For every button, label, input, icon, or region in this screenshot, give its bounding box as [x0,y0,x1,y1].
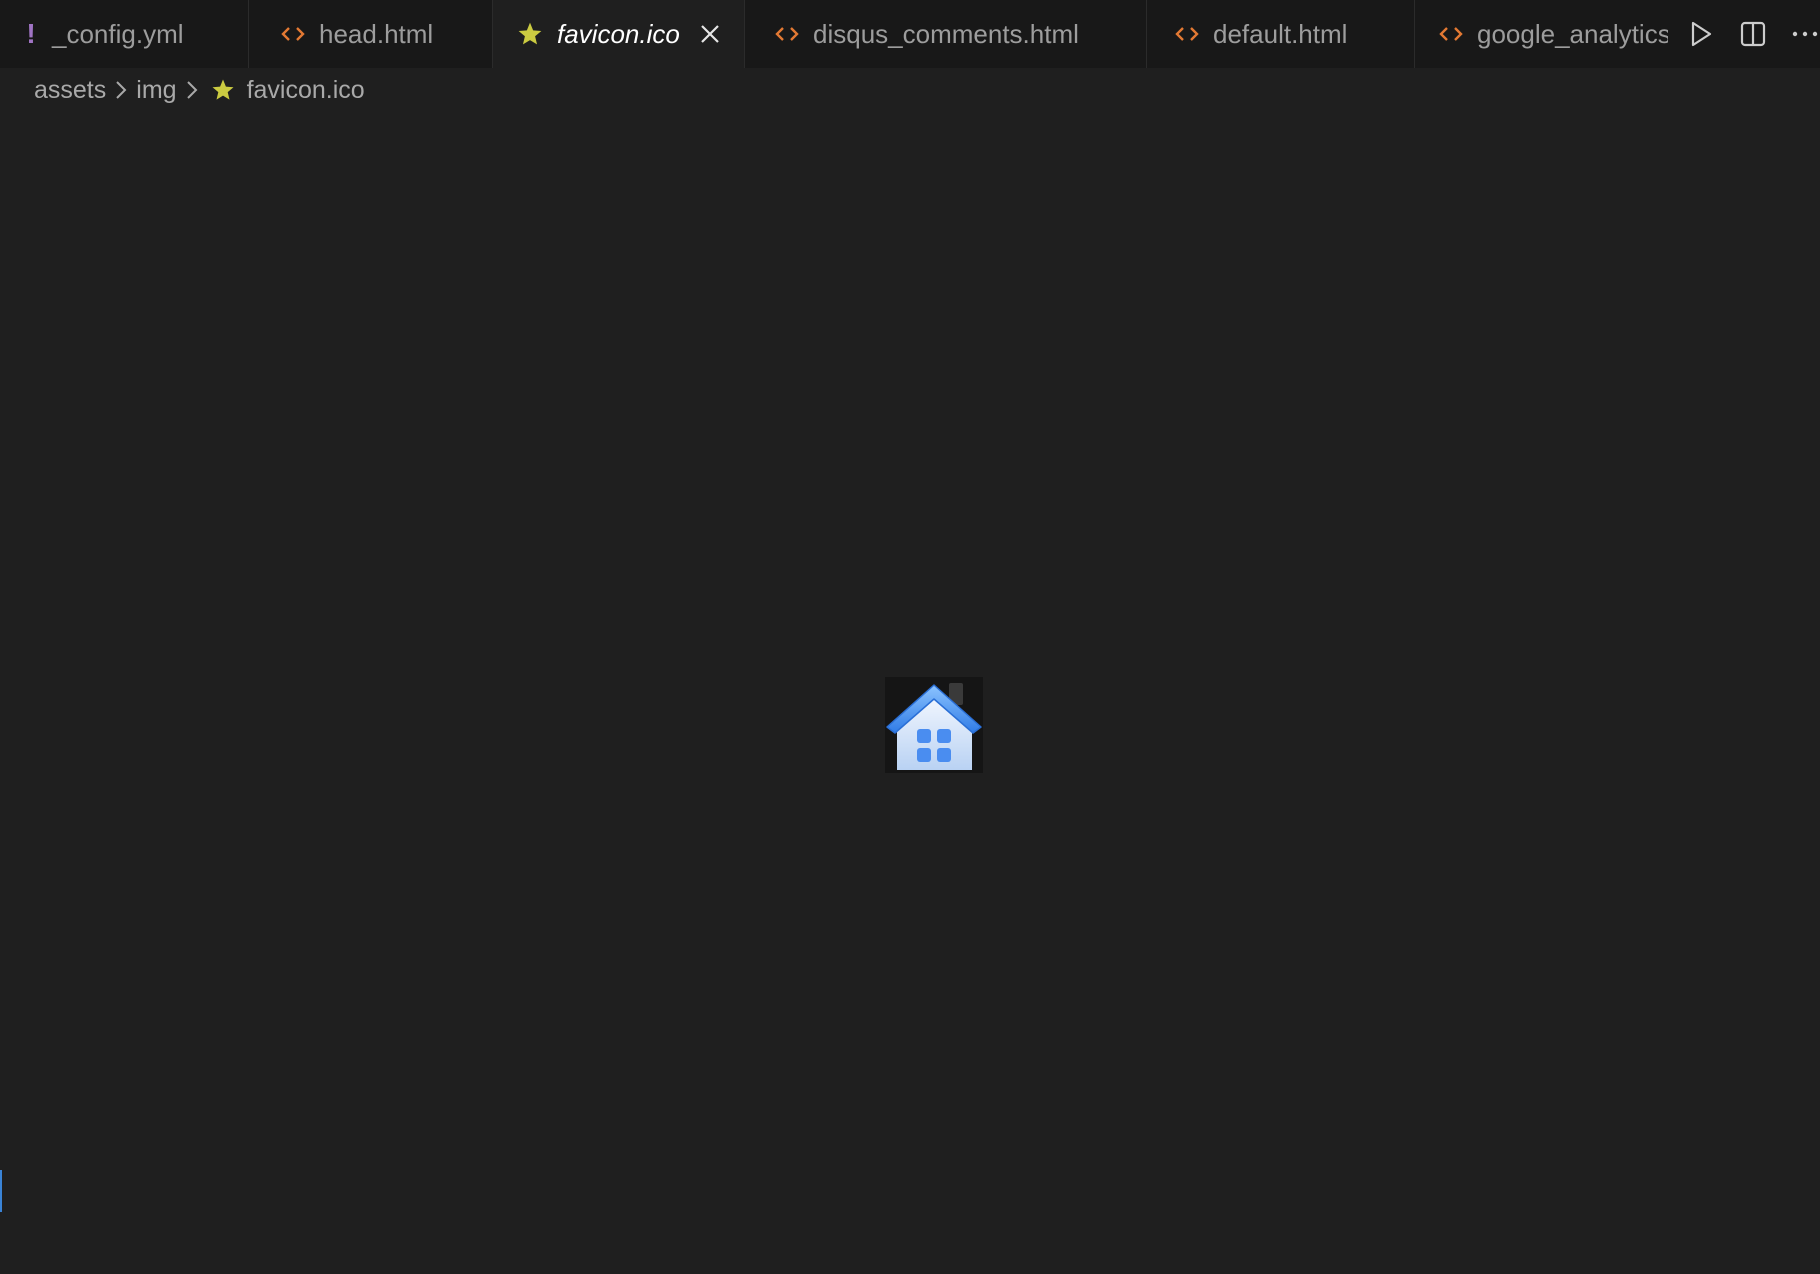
editor-actions [1668,0,1820,68]
close-tab-icon[interactable] [696,20,724,48]
tab-default-html[interactable]: default.html [1147,0,1415,68]
tab-google-analytics[interactable]: google_analytics [1415,0,1668,68]
yaml-exclamation-icon: ! [26,18,36,49]
chevron-right-icon [114,79,128,101]
chevron-right-icon [185,79,199,101]
tab-label: google_analytics [1477,18,1668,49]
tab-label: default.html [1213,18,1348,49]
split-editor-icon[interactable] [1738,19,1768,49]
focus-indicator [0,1170,2,1212]
play-icon[interactable] [1686,19,1716,49]
html-brackets-icon [775,24,799,44]
tab-config-yml[interactable]: ! _config.yml [0,0,249,68]
star-icon [211,78,235,102]
html-brackets-icon [1439,24,1463,44]
star-icon [517,21,543,47]
tab-bar: ! _config.yml head.html favicon.ico disq… [0,0,1820,68]
house-favicon-image [885,677,983,773]
breadcrumb: assets img favicon.ico [34,68,365,112]
html-brackets-icon [1175,24,1199,44]
breadcrumb-item-img[interactable]: img [136,76,176,105]
breadcrumb-item-assets[interactable]: assets [34,76,106,105]
tab-head-html[interactable]: head.html [249,0,493,68]
html-brackets-icon [281,24,305,44]
tab-label: _config.yml [52,18,184,49]
tab-label: disqus_comments.html [813,18,1079,49]
tab-favicon-ico[interactable]: favicon.ico [493,0,745,68]
breadcrumb-item-favicon[interactable]: favicon.ico [247,76,365,105]
tab-label: head.html [319,18,434,49]
tab-label: favicon.ico [557,18,680,49]
more-actions-icon[interactable] [1790,19,1820,49]
tab-disqus-comments-html[interactable]: disqus_comments.html [745,0,1147,68]
editor-window: ! _config.yml head.html favicon.ico disq… [0,0,1820,1274]
tab-list: ! _config.yml head.html favicon.ico disq… [0,0,1668,68]
